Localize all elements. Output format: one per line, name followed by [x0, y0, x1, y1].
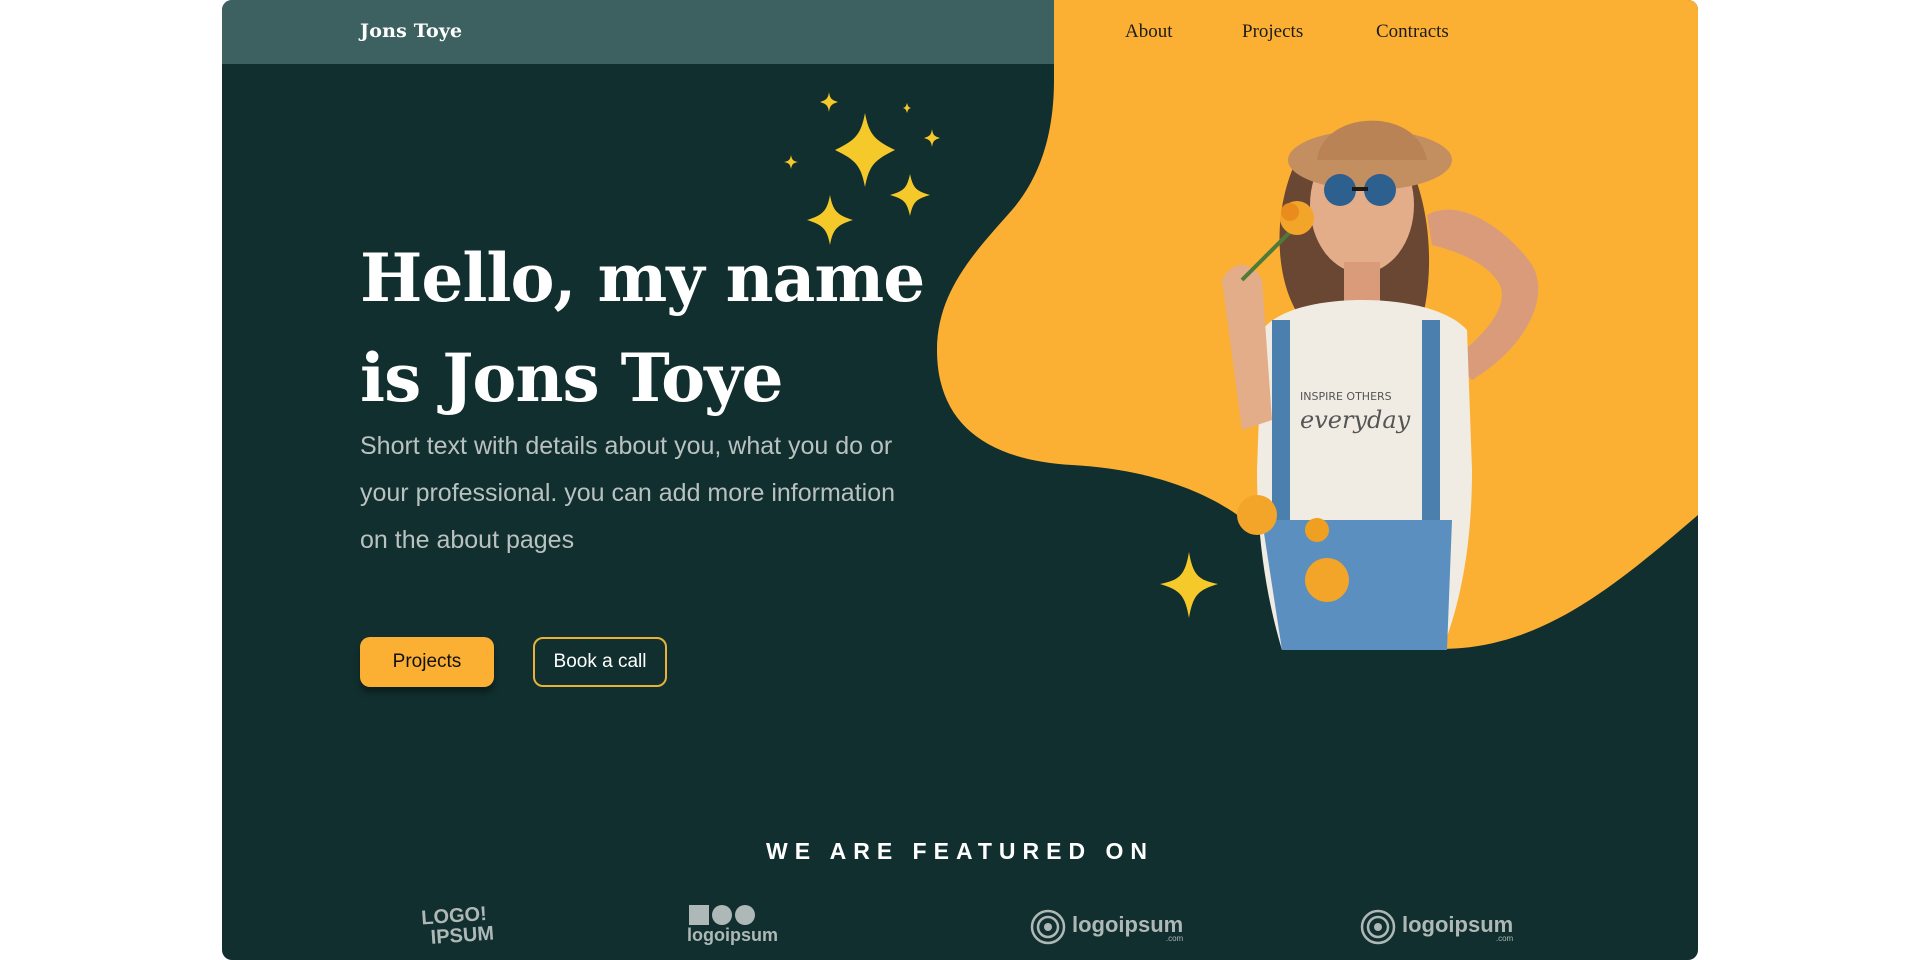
logo-line-2: IPSUM — [429, 922, 495, 949]
hero-card: INSPIRE OTHERS everyday Jons Toye About … — [222, 0, 1698, 960]
logo-2-text: logoipsum — [687, 925, 778, 945]
featured-logo-3: logoipsum .com — [1030, 909, 1183, 945]
shirt-text-bottom: everyday — [1300, 406, 1411, 434]
shirt-text-top: INSPIRE OTHERS — [1300, 390, 1392, 403]
hero-title-line-2: is Jons Toye — [360, 339, 783, 417]
featured-heading: WE ARE FEATURED ON — [766, 838, 1154, 864]
logo-icon — [689, 905, 778, 925]
featured-logo-2: logoipsum — [687, 905, 778, 946]
book-call-button[interactable]: Book a call — [533, 637, 667, 687]
brand-name[interactable]: Jons Toye — [360, 20, 462, 42]
nav-about[interactable]: About — [1125, 21, 1173, 43]
logo-icon — [1360, 909, 1396, 945]
featured-logo-1: LOGO! IPSUM — [421, 903, 495, 949]
nav-contracts[interactable]: Contracts — [1376, 21, 1449, 43]
hero-title: Hello, my name is Jons Toye — [360, 228, 980, 428]
featured-logo-4: logoipsum .com — [1360, 909, 1513, 945]
hero-title-line-1: Hello, my name — [360, 239, 925, 317]
logo-icon — [1030, 909, 1066, 945]
projects-button[interactable]: Projects — [360, 637, 494, 687]
nav-projects[interactable]: Projects — [1242, 21, 1303, 43]
hero-subtitle: Short text with details about you, what … — [360, 432, 896, 554]
